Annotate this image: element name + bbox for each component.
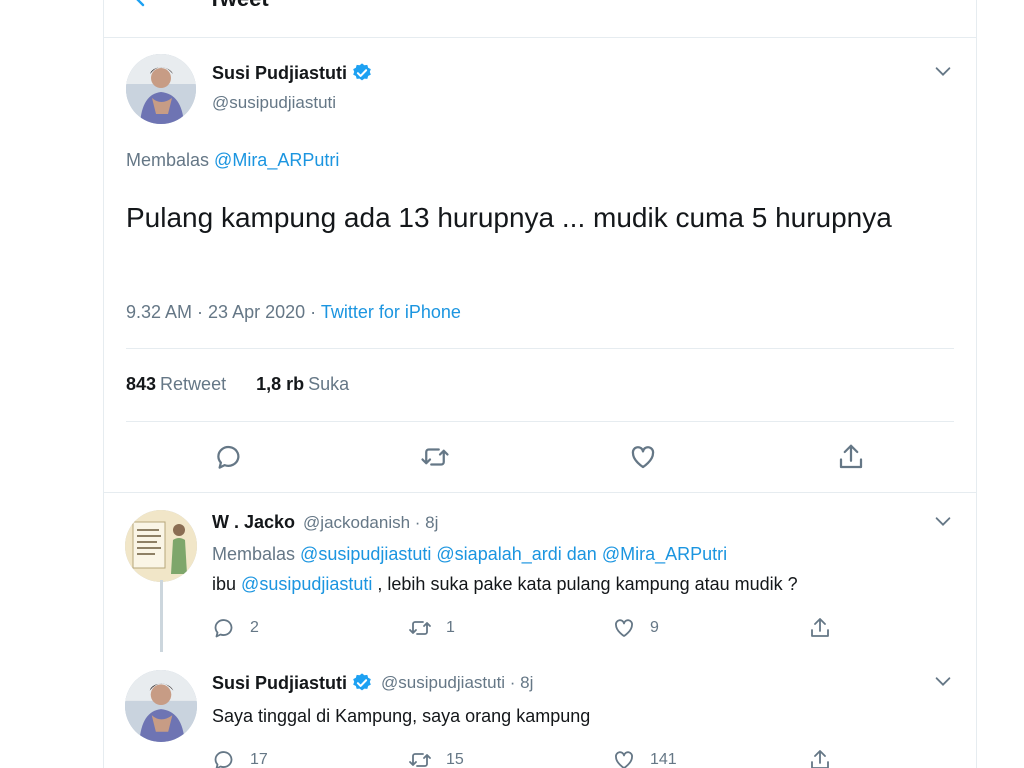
reply-count: 17 bbox=[250, 751, 268, 768]
retweet-icon[interactable] bbox=[420, 442, 450, 472]
tweet-timestamp[interactable]: 9.32 AM · 23 Apr 2020 · bbox=[126, 302, 316, 322]
back-arrow-icon[interactable] bbox=[132, 0, 156, 10]
retweet-action[interactable]: 15 bbox=[408, 748, 464, 768]
retweet-icon bbox=[409, 753, 431, 767]
share-icon bbox=[811, 750, 829, 768]
like-stat-label: Suka bbox=[308, 374, 350, 394]
author-display-name[interactable]: Susi Pudjiastuti bbox=[212, 63, 347, 84]
reply-tweet[interactable]: W . Jacko @jackodanish · 8j Membalas @su… bbox=[104, 494, 976, 654]
share-icon bbox=[811, 618, 829, 637]
reply-icon bbox=[214, 619, 233, 638]
verified-icon bbox=[353, 673, 371, 691]
replying-to-line: Membalas @susipudjiastuti @siapalah_ardi… bbox=[212, 544, 727, 565]
reply-icon bbox=[214, 751, 233, 768]
retweet-count: 15 bbox=[446, 751, 464, 768]
reply-tweet[interactable]: Susi Pudjiastuti @susipudjiastuti · 8j S… bbox=[104, 654, 976, 768]
retweet-count: 843 bbox=[126, 374, 157, 394]
avatar[interactable] bbox=[126, 54, 196, 124]
like-count: 9 bbox=[650, 619, 659, 636]
reply-text-body: , lebih suka pake kata pulang kampung at… bbox=[377, 574, 798, 594]
reply-author-row: W . Jacko @jackodanish · 8j bbox=[212, 512, 438, 533]
retweet-stat[interactable]: 843 Retweet bbox=[126, 374, 226, 395]
avatar-photo-icon bbox=[126, 54, 196, 124]
reply-icon[interactable] bbox=[214, 442, 244, 472]
replying-to-mention[interactable]: @Mira_ARPutri bbox=[602, 544, 727, 564]
like-stat[interactable]: 1,8 rb Suka bbox=[256, 374, 349, 395]
reply-handle-time[interactable]: @jackodanish · 8j bbox=[303, 513, 438, 533]
replying-to-mention[interactable]: @susipudjiastuti bbox=[300, 544, 431, 564]
main-tweet: Susi Pudjiastuti @susipudjiastuti Membal… bbox=[104, 38, 976, 493]
share-action[interactable] bbox=[808, 748, 846, 768]
like-action[interactable]: 141 bbox=[612, 748, 677, 768]
verified-icon bbox=[353, 63, 371, 81]
chevron-down-icon[interactable] bbox=[932, 670, 954, 692]
author-handle[interactable]: @susipudjiastuti bbox=[212, 93, 336, 113]
page-background bbox=[0, 0, 103, 768]
replying-to-label: Membalas bbox=[212, 544, 296, 564]
share-icon[interactable] bbox=[836, 442, 866, 472]
replying-to-line: Membalas @Mira_ARPutri bbox=[126, 150, 339, 171]
reply-author-name[interactable]: W . Jacko bbox=[212, 512, 295, 533]
replying-to-joiner[interactable]: dan bbox=[567, 544, 597, 564]
reply-count: 2 bbox=[250, 619, 259, 636]
reply-action[interactable]: 2 bbox=[212, 616, 259, 640]
author-name-row: Susi Pudjiastuti bbox=[212, 62, 373, 84]
divider bbox=[126, 348, 954, 349]
tweet-meta: 9.32 AM · 23 Apr 2020 · Twitter for iPho… bbox=[126, 302, 461, 323]
thread-connector bbox=[160, 580, 163, 652]
tweet-text: Pulang kampung ada 13 hurupnya ... mudik… bbox=[126, 202, 892, 233]
reply-text-prefix: ibu bbox=[212, 574, 237, 594]
replying-to-mention[interactable]: @siapalah_ardi bbox=[436, 544, 561, 564]
page-header: Tweet bbox=[104, 0, 976, 38]
avatar-photo-icon bbox=[125, 670, 197, 742]
chevron-down-icon[interactable] bbox=[932, 60, 954, 82]
like-icon[interactable] bbox=[628, 442, 658, 472]
like-icon bbox=[615, 751, 633, 768]
chevron-down-icon[interactable] bbox=[932, 510, 954, 532]
reply-handle-time[interactable]: @susipudjiastuti · 8j bbox=[381, 673, 533, 693]
page-title: Tweet bbox=[208, 0, 269, 12]
avatar-illustration-icon bbox=[125, 510, 197, 582]
divider bbox=[126, 421, 954, 422]
reply-text: ibu @susipudjiastuti , lebih suka pake k… bbox=[212, 574, 798, 595]
tweet-stats: 843 Retweet 1,8 rb Suka bbox=[126, 374, 349, 395]
reply-text-mention[interactable]: @susipudjiastuti bbox=[241, 574, 372, 594]
like-count: 1,8 rb bbox=[256, 374, 305, 394]
avatar[interactable] bbox=[125, 670, 197, 742]
replying-to-mention[interactable]: @Mira_ARPutri bbox=[214, 150, 339, 170]
retweet-stat-label: Retweet bbox=[160, 374, 227, 394]
replying-to-label: Membalas bbox=[126, 150, 210, 170]
reply-action[interactable]: 17 bbox=[212, 748, 268, 768]
reply-actions: 2 1 9 bbox=[212, 616, 832, 644]
avatar[interactable] bbox=[125, 510, 197, 582]
retweet-action[interactable]: 1 bbox=[408, 616, 455, 640]
reply-actions: 17 15 141 bbox=[212, 748, 832, 768]
like-count: 141 bbox=[650, 751, 677, 768]
tweet-source-link[interactable]: Twitter for iPhone bbox=[321, 302, 461, 322]
share-action[interactable] bbox=[808, 616, 846, 640]
like-icon bbox=[615, 619, 633, 637]
reply-author-row: Susi Pudjiastuti @susipudjiastuti · 8j bbox=[212, 672, 533, 694]
retweet-count: 1 bbox=[446, 619, 455, 636]
reply-author-name[interactable]: Susi Pudjiastuti bbox=[212, 673, 347, 694]
reply-text: Saya tinggal di Kampung, saya orang kamp… bbox=[212, 706, 591, 726]
like-action[interactable]: 9 bbox=[612, 616, 659, 640]
retweet-icon bbox=[409, 621, 431, 635]
tweet-actions bbox=[104, 442, 976, 482]
tweet-column: Tweet Susi Pudjiastuti @susipudjiastuti bbox=[103, 0, 977, 768]
